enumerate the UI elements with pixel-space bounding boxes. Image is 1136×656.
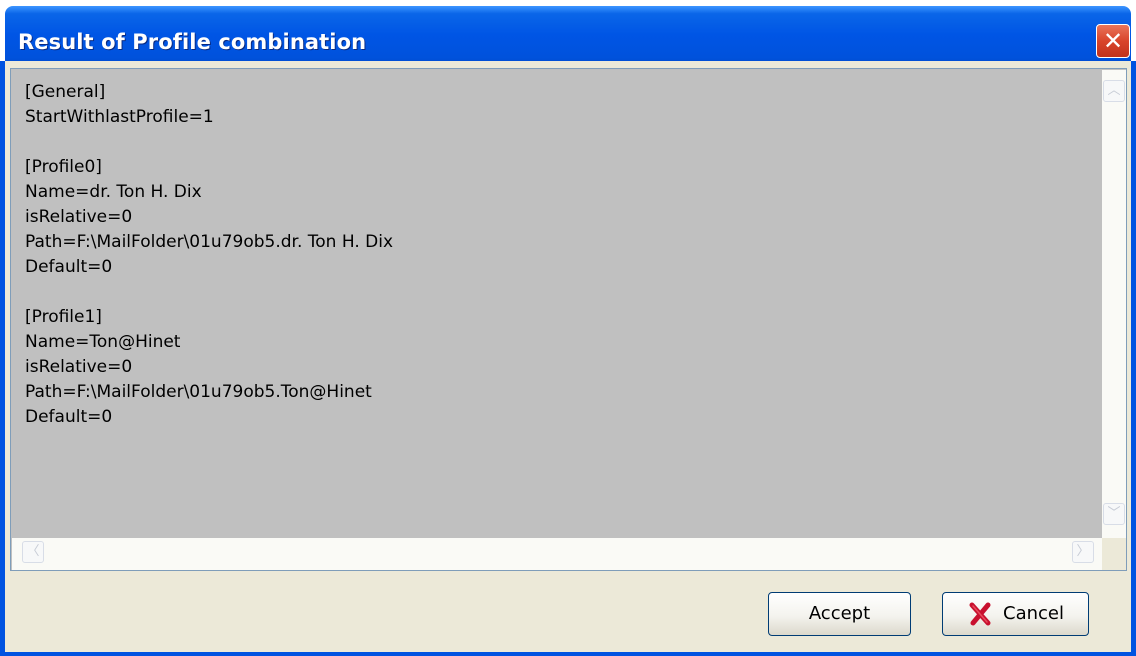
text-line: StartWithlastProfile=1 <box>25 107 214 127</box>
text-line: Default=0 <box>25 407 113 427</box>
chevron-left-icon: 〈 <box>26 544 40 559</box>
horizontal-scrollbar[interactable]: 〈 〉 <box>12 538 1102 570</box>
accept-button-label: Accept <box>808 603 871 624</box>
vertical-scrollbar[interactable]: ︿ ﹀ <box>1102 70 1126 538</box>
text-line: [Profile0] <box>25 157 102 177</box>
window-title: Result of Profile combination <box>18 30 367 54</box>
text-line: Path=F:\MailFolder\01u79ob5.dr. Ton H. D… <box>25 232 394 252</box>
chevron-up-icon: ︿ <box>1107 83 1121 98</box>
close-icon: ✕ <box>1102 27 1124 55</box>
text-line: Path=F:\MailFolder\01u79ob5.Ton@Hinet <box>25 382 372 402</box>
text-line: [General] <box>25 82 106 102</box>
close-button[interactable]: ✕ <box>1096 24 1130 58</box>
chevron-down-icon: ﹀ <box>1107 506 1121 521</box>
scroll-left-button[interactable]: 〈 <box>22 541 44 563</box>
chevron-right-icon: 〉 <box>1076 544 1090 559</box>
result-lines: [General] StartWithlastProfile=1 [Profil… <box>25 80 393 430</box>
text-line: Default=0 <box>25 257 113 277</box>
dialog-window: Result of Profile combination ✕ [General… <box>0 0 1136 656</box>
text-line: Name=Ton@Hinet <box>25 332 181 352</box>
title-bar[interactable]: Result of Profile combination ✕ <box>0 0 1136 70</box>
text-line <box>25 280 393 305</box>
result-text-box[interactable]: [General] StartWithlastProfile=1 [Profil… <box>10 68 1127 571</box>
accept-button[interactable]: Accept <box>768 592 911 636</box>
window-frame-right <box>1131 61 1136 656</box>
result-text-content[interactable]: [General] StartWithlastProfile=1 [Profil… <box>12 70 1102 536</box>
text-line: isRelative=0 <box>25 357 133 377</box>
scroll-right-button[interactable]: 〉 <box>1072 541 1094 563</box>
window-frame-bottom <box>0 652 1136 656</box>
text-line: [Profile1] <box>25 307 102 327</box>
cancel-button-label: Cancel <box>1003 603 1064 624</box>
text-line: Name=dr. Ton H. Dix <box>25 182 202 202</box>
text-line <box>25 130 393 155</box>
scroll-up-button[interactable]: ︿ <box>1103 80 1125 102</box>
cancel-button[interactable]: Cancel <box>942 592 1089 636</box>
scrollbar-corner <box>1102 538 1126 570</box>
red-x-icon <box>969 602 991 626</box>
text-line: isRelative=0 <box>25 207 133 227</box>
scroll-down-button[interactable]: ﹀ <box>1103 503 1125 525</box>
